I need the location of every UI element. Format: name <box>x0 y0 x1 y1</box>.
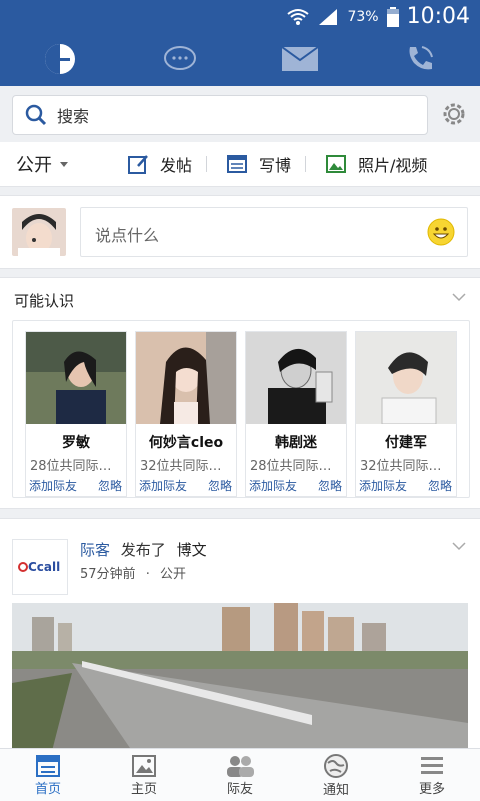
privacy-label: 公开 <box>16 155 52 176</box>
nav-label: 主页 <box>130 781 157 797</box>
post-verb: 发布了 <box>120 541 166 559</box>
person-name: 韩剧迷 <box>275 435 317 451</box>
edit-icon <box>128 155 148 174</box>
divider <box>206 156 208 172</box>
tab-phone[interactable] <box>390 37 450 81</box>
profile-photo[interactable] <box>356 332 456 424</box>
action-row: 公开 发帖 写博 照片/视频 <box>0 142 480 187</box>
suggestion-card[interactable]: 付建军 32位共同际… 添加际友 忽略 <box>355 331 457 497</box>
friends-icon <box>227 755 254 777</box>
people-you-may-know: 可能认识 罗敏 28位共同际… 添加际友 忽略 何妙言cleo 32位共同际… … <box>0 277 480 509</box>
status-placeholder: 说点什么 <box>95 226 160 245</box>
nav-more[interactable]: 更多 <box>392 749 472 801</box>
top-nav <box>0 32 480 86</box>
tab-chat[interactable] <box>150 37 210 81</box>
profile-photo[interactable] <box>246 332 346 424</box>
add-friend-link[interactable]: 添加际友 <box>139 477 187 494</box>
post-label: 发帖 <box>160 156 193 175</box>
author-name[interactable]: 际客 <box>80 541 110 559</box>
blog-label: 写博 <box>259 156 292 175</box>
wifi-icon <box>287 8 310 25</box>
status-bar: 73% 10:04 <box>0 0 480 32</box>
suggestion-card[interactable]: 罗敏 28位共同际… 添加际友 忽略 <box>25 331 127 497</box>
logo-text: Ccall <box>28 560 60 574</box>
ignore-link[interactable]: 忽略 <box>428 477 452 494</box>
suggestion-list: 罗敏 28位共同际… 添加际友 忽略 何妙言cleo 32位共同际… 添加际友 … <box>12 320 470 498</box>
post-button[interactable]: 发帖 <box>128 152 192 176</box>
ignore-link[interactable]: 忽略 <box>318 477 342 494</box>
ignore-link[interactable]: 忽略 <box>208 477 232 494</box>
section-title: 可能认识 <box>14 292 75 310</box>
mutual-count: 32位共同际… <box>360 459 442 474</box>
ignore-link[interactable]: 忽略 <box>98 477 122 494</box>
add-friend-link[interactable]: 添加际友 <box>29 477 77 494</box>
feed-post: Ccall 际客 发布了 博文 57分钟前 · 公开 <box>0 518 480 751</box>
home-icon <box>36 754 60 777</box>
clock: 10:04 <box>406 4 470 29</box>
nav-label: 通知 <box>322 782 349 798</box>
globe-icon <box>324 753 348 778</box>
battery-percent: 73% <box>347 8 379 25</box>
menu-icon <box>421 756 443 774</box>
mutual-count: 28位共同际… <box>250 459 332 474</box>
nav-label: 际友 <box>226 781 253 797</box>
battery-icon <box>386 6 399 27</box>
media-button[interactable]: 照片/视频 <box>326 152 427 176</box>
mutual-count: 28位共同际… <box>30 459 112 474</box>
blog-button[interactable]: 写博 <box>227 152 291 176</box>
nav-home[interactable]: 首页 <box>8 749 88 801</box>
post-image[interactable] <box>12 603 468 751</box>
profile-photo[interactable] <box>136 332 236 424</box>
media-label: 照片/视频 <box>358 156 428 175</box>
post-time: 57分钟前 <box>80 567 136 582</box>
nav-profile[interactable]: 主页 <box>104 749 184 801</box>
status-input[interactable]: 说点什么 <box>80 207 468 257</box>
chat-icon <box>164 46 196 70</box>
nav-label: 首页 <box>34 781 61 797</box>
chevron-down-icon[interactable] <box>452 292 466 302</box>
post-header: 际客 发布了 博文 <box>80 539 207 560</box>
bottom-nav: 首页 主页 际友 通知 更多 <box>0 748 480 801</box>
add-friend-link[interactable]: 添加际友 <box>249 477 297 494</box>
search-row: 搜索 <box>0 86 480 142</box>
composer: 说点什么 <box>0 195 480 269</box>
nav-label: 更多 <box>418 781 445 797</box>
tab-home[interactable] <box>30 37 90 81</box>
picture-icon <box>132 754 156 777</box>
phone-icon <box>409 46 433 70</box>
person-name: 罗敏 <box>62 435 90 451</box>
privacy-selector[interactable]: 公开 <box>16 151 70 177</box>
nav-notifications[interactable]: 通知 <box>296 749 376 801</box>
add-friend-link[interactable]: 添加际友 <box>359 477 407 494</box>
blog-icon <box>227 155 248 173</box>
suggestion-card[interactable]: 韩剧迷 28位共同际… 添加际友 忽略 <box>245 331 347 497</box>
suggestion-card[interactable]: 何妙言cleo 32位共同际… 添加际友 忽略 <box>135 331 237 497</box>
mail-icon <box>281 46 319 71</box>
caret-down-icon <box>60 162 68 167</box>
post-type[interactable]: 博文 <box>177 541 207 559</box>
post-meta: 57分钟前 · 公开 <box>80 567 186 582</box>
image-icon <box>326 155 347 173</box>
avatar[interactable] <box>12 208 66 256</box>
gear-icon[interactable] <box>440 100 468 128</box>
search-input[interactable]: 搜索 <box>12 95 428 135</box>
g-logo-icon <box>45 44 75 74</box>
mutual-count: 32位共同际… <box>140 459 222 474</box>
emoji-icon[interactable] <box>427 218 455 246</box>
profile-photo[interactable] <box>26 332 126 424</box>
signal-icon <box>319 8 338 25</box>
search-placeholder: 搜索 <box>57 107 90 126</box>
author-logo[interactable]: Ccall <box>12 539 68 595</box>
tab-mail[interactable] <box>270 37 330 81</box>
chevron-down-icon[interactable] <box>452 541 466 551</box>
person-name: 付建军 <box>385 435 427 451</box>
search-icon <box>25 104 47 126</box>
divider <box>305 156 307 172</box>
nav-friends[interactable]: 际友 <box>200 749 280 801</box>
person-name: 何妙言cleo <box>148 435 224 451</box>
post-visibility: 公开 <box>159 567 186 582</box>
status-right: 73% 10:04 <box>287 4 470 29</box>
